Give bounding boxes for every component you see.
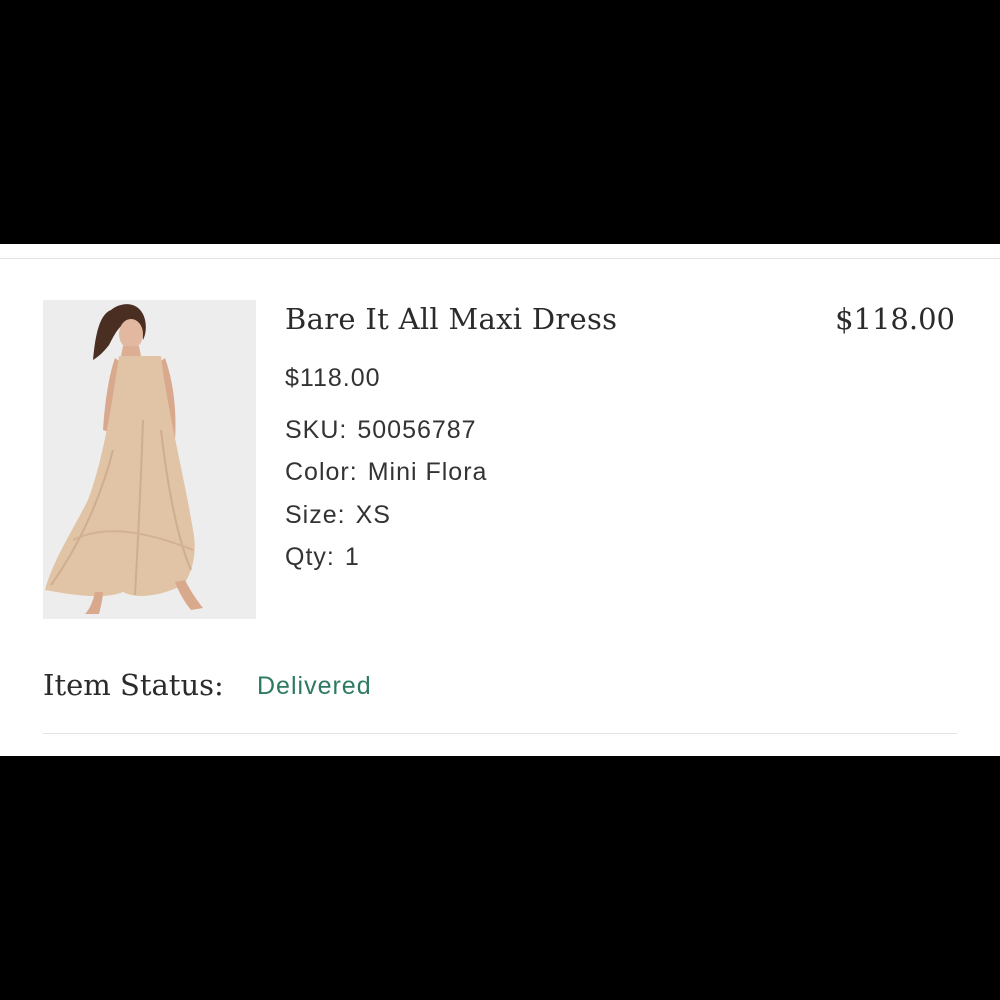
product-title[interactable]: Bare It All Maxi Dress: [285, 302, 617, 336]
size-label: Size:: [285, 501, 346, 529]
color-label: Color:: [285, 458, 358, 486]
unit-price: $118.00: [285, 364, 381, 392]
sku-row: SKU: 50056787: [285, 416, 477, 445]
product-photo-icon: [43, 300, 256, 619]
size-row: Size: XS: [285, 501, 391, 530]
color-row: Color: Mini Flora: [285, 458, 487, 487]
order-item-card: Bare It All Maxi Dress $118.00 $118.00 S…: [0, 244, 1000, 756]
line-total-price: $118.00: [835, 302, 955, 336]
qty-row: Qty: 1: [285, 543, 360, 572]
product-image[interactable]: [43, 300, 256, 619]
bottom-divider: [43, 733, 957, 734]
size-value: XS: [355, 501, 391, 529]
top-divider: [0, 258, 1000, 259]
color-value: Mini Flora: [367, 458, 488, 486]
sku-value: 50056787: [357, 416, 477, 444]
item-status-value: Delivered: [257, 672, 372, 700]
item-status-label: Item Status:: [43, 668, 224, 702]
sku-label: SKU:: [285, 416, 348, 444]
qty-value: 1: [344, 543, 360, 571]
qty-label: Qty:: [285, 543, 335, 571]
